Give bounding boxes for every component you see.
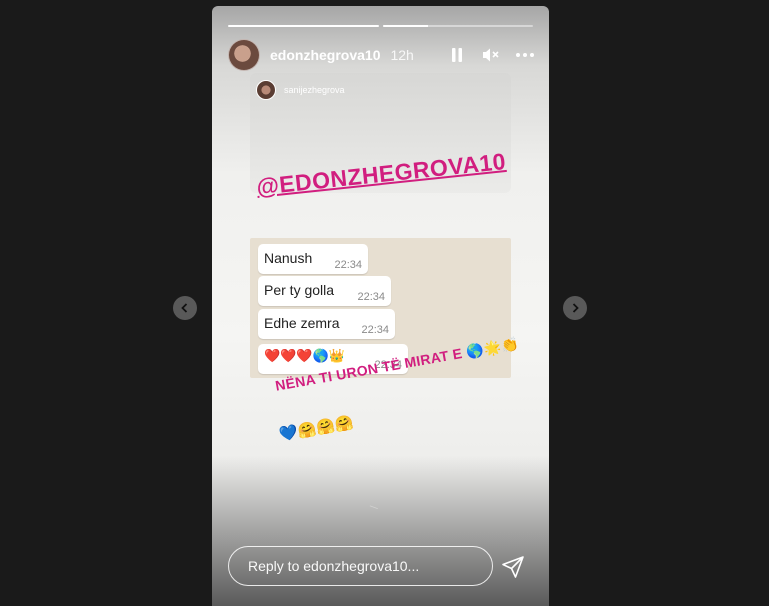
next-story-button[interactable] — [563, 296, 587, 320]
story-viewer[interactable]: edonzhegrova10 12h sanijezhegrova @EDONZ… — [212, 6, 549, 606]
message-time: 22:34 — [357, 291, 385, 303]
message-text: Per ty golla — [264, 282, 335, 298]
progress-fill — [382, 25, 428, 27]
chat-message: Edhe zemra 22:34 — [258, 309, 395, 339]
chat-message: Per ty golla 22:34 — [258, 276, 391, 306]
send-button[interactable] — [501, 555, 525, 579]
message-time: 22:34 — [334, 259, 362, 271]
shared-post-avatar — [256, 80, 276, 100]
avatar[interactable] — [228, 39, 260, 71]
shared-post-header: sanijezhegrova — [256, 80, 345, 100]
message-text: ❤️❤️❤️🌎👑 — [264, 348, 345, 363]
more-options-button[interactable] — [515, 45, 535, 65]
shared-post-username: sanijezhegrova — [284, 85, 345, 95]
message-text: Nanush — [264, 250, 313, 266]
caption-emojis: 💙🤗🤗🤗 — [278, 414, 355, 444]
progress-fill — [228, 25, 379, 27]
username[interactable]: edonzhegrova10 — [270, 47, 380, 63]
reply-placeholder: Reply to edonzhegrova10... — [248, 558, 420, 574]
message-text: Edhe zemra — [264, 315, 340, 331]
chat-message: Nanush 22:34 — [258, 244, 368, 274]
progress-segment — [382, 25, 533, 27]
story-controls — [447, 45, 535, 65]
chevron-left-icon — [181, 303, 188, 313]
message-time: 22:34 — [361, 324, 389, 336]
story-header: edonzhegrova10 12h — [228, 39, 535, 71]
chevron-right-icon — [572, 303, 579, 313]
post-time: 12h — [390, 47, 414, 63]
reply-input[interactable]: Reply to edonzhegrova10... — [228, 546, 493, 586]
watermark: | — [368, 504, 379, 510]
previous-story-button[interactable] — [173, 296, 197, 320]
progress-segment — [228, 25, 379, 27]
more-icon — [516, 53, 534, 57]
pause-icon — [452, 48, 462, 62]
pause-button[interactable] — [447, 45, 467, 65]
send-icon — [502, 556, 524, 578]
mute-button[interactable] — [481, 45, 501, 65]
mute-icon — [483, 48, 499, 62]
story-progress — [228, 25, 533, 27]
